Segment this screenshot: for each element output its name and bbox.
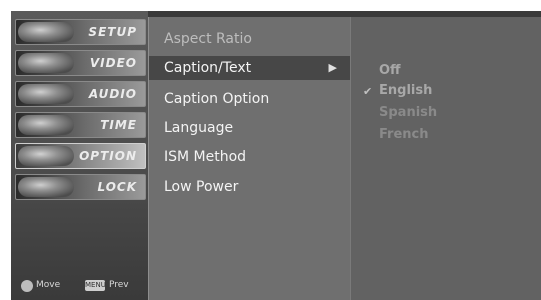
- option-label: Aspect Ratio: [164, 31, 252, 47]
- caption-submenu-panel: Off ✔ English Spanish French: [350, 17, 541, 300]
- menu-item-label: AUDIO: [88, 87, 137, 101]
- menu-item-option[interactable]: OPTION: [15, 143, 146, 169]
- setup-icon: [18, 22, 74, 42]
- option-caption-text[interactable]: Caption/Text ▶: [149, 56, 351, 80]
- menu-item-label: OPTION: [79, 149, 137, 163]
- caption-option-off[interactable]: Off: [379, 63, 401, 78]
- check-mark-icon: ✔: [363, 85, 373, 98]
- menu-item-lock[interactable]: LOCK: [15, 174, 146, 200]
- option-label: Caption/Text: [164, 60, 252, 76]
- option-label: Language: [164, 120, 234, 136]
- option-language[interactable]: Language: [149, 116, 351, 140]
- prev-hint-label: Prev: [109, 280, 129, 290]
- main-menu-sidebar: SETUP VIDEO AUDIO TIME OPTION LOCK Move …: [11, 11, 148, 300]
- menu-item-setup[interactable]: SETUP: [15, 19, 146, 45]
- menu-item-label: SETUP: [88, 25, 137, 39]
- option-low-power[interactable]: Low Power: [149, 175, 351, 199]
- menu-item-label: LOCK: [97, 180, 137, 194]
- menu-item-label: VIDEO: [89, 56, 137, 70]
- caption-option-spanish[interactable]: Spanish: [379, 105, 437, 120]
- caption-option-english[interactable]: English: [379, 83, 432, 98]
- move-hint-label: Move: [36, 280, 61, 290]
- option-icon: [18, 146, 74, 166]
- lock-icon: [18, 177, 74, 197]
- menu-item-time[interactable]: TIME: [15, 112, 146, 138]
- menu-item-video[interactable]: VIDEO: [15, 50, 146, 76]
- option-ism-method[interactable]: ISM Method: [149, 145, 351, 169]
- option-caption-option[interactable]: Caption Option: [149, 87, 351, 111]
- menu-item-label: TIME: [100, 118, 137, 132]
- time-icon: [18, 115, 74, 135]
- navigation-hint: Move MENU Prev: [11, 278, 148, 294]
- option-menu-panel: Aspect Ratio Caption/Text ▶ Caption Opti…: [148, 17, 351, 300]
- option-aspect-ratio[interactable]: Aspect Ratio: [149, 27, 351, 51]
- option-label: ISM Method: [164, 149, 247, 165]
- menu-button-icon: MENU: [85, 280, 106, 291]
- menu-item-audio[interactable]: AUDIO: [15, 81, 146, 107]
- submenu-arrow-icon: ▶: [328, 61, 337, 74]
- option-label: Low Power: [164, 179, 239, 195]
- tv-menu-screen: SETUP VIDEO AUDIO TIME OPTION LOCK Move …: [11, 11, 541, 300]
- option-label: Caption Option: [164, 91, 270, 107]
- caption-option-french[interactable]: French: [379, 127, 429, 142]
- video-icon: [18, 53, 74, 73]
- move-arrows-icon: [21, 280, 33, 292]
- audio-icon: [18, 84, 74, 104]
